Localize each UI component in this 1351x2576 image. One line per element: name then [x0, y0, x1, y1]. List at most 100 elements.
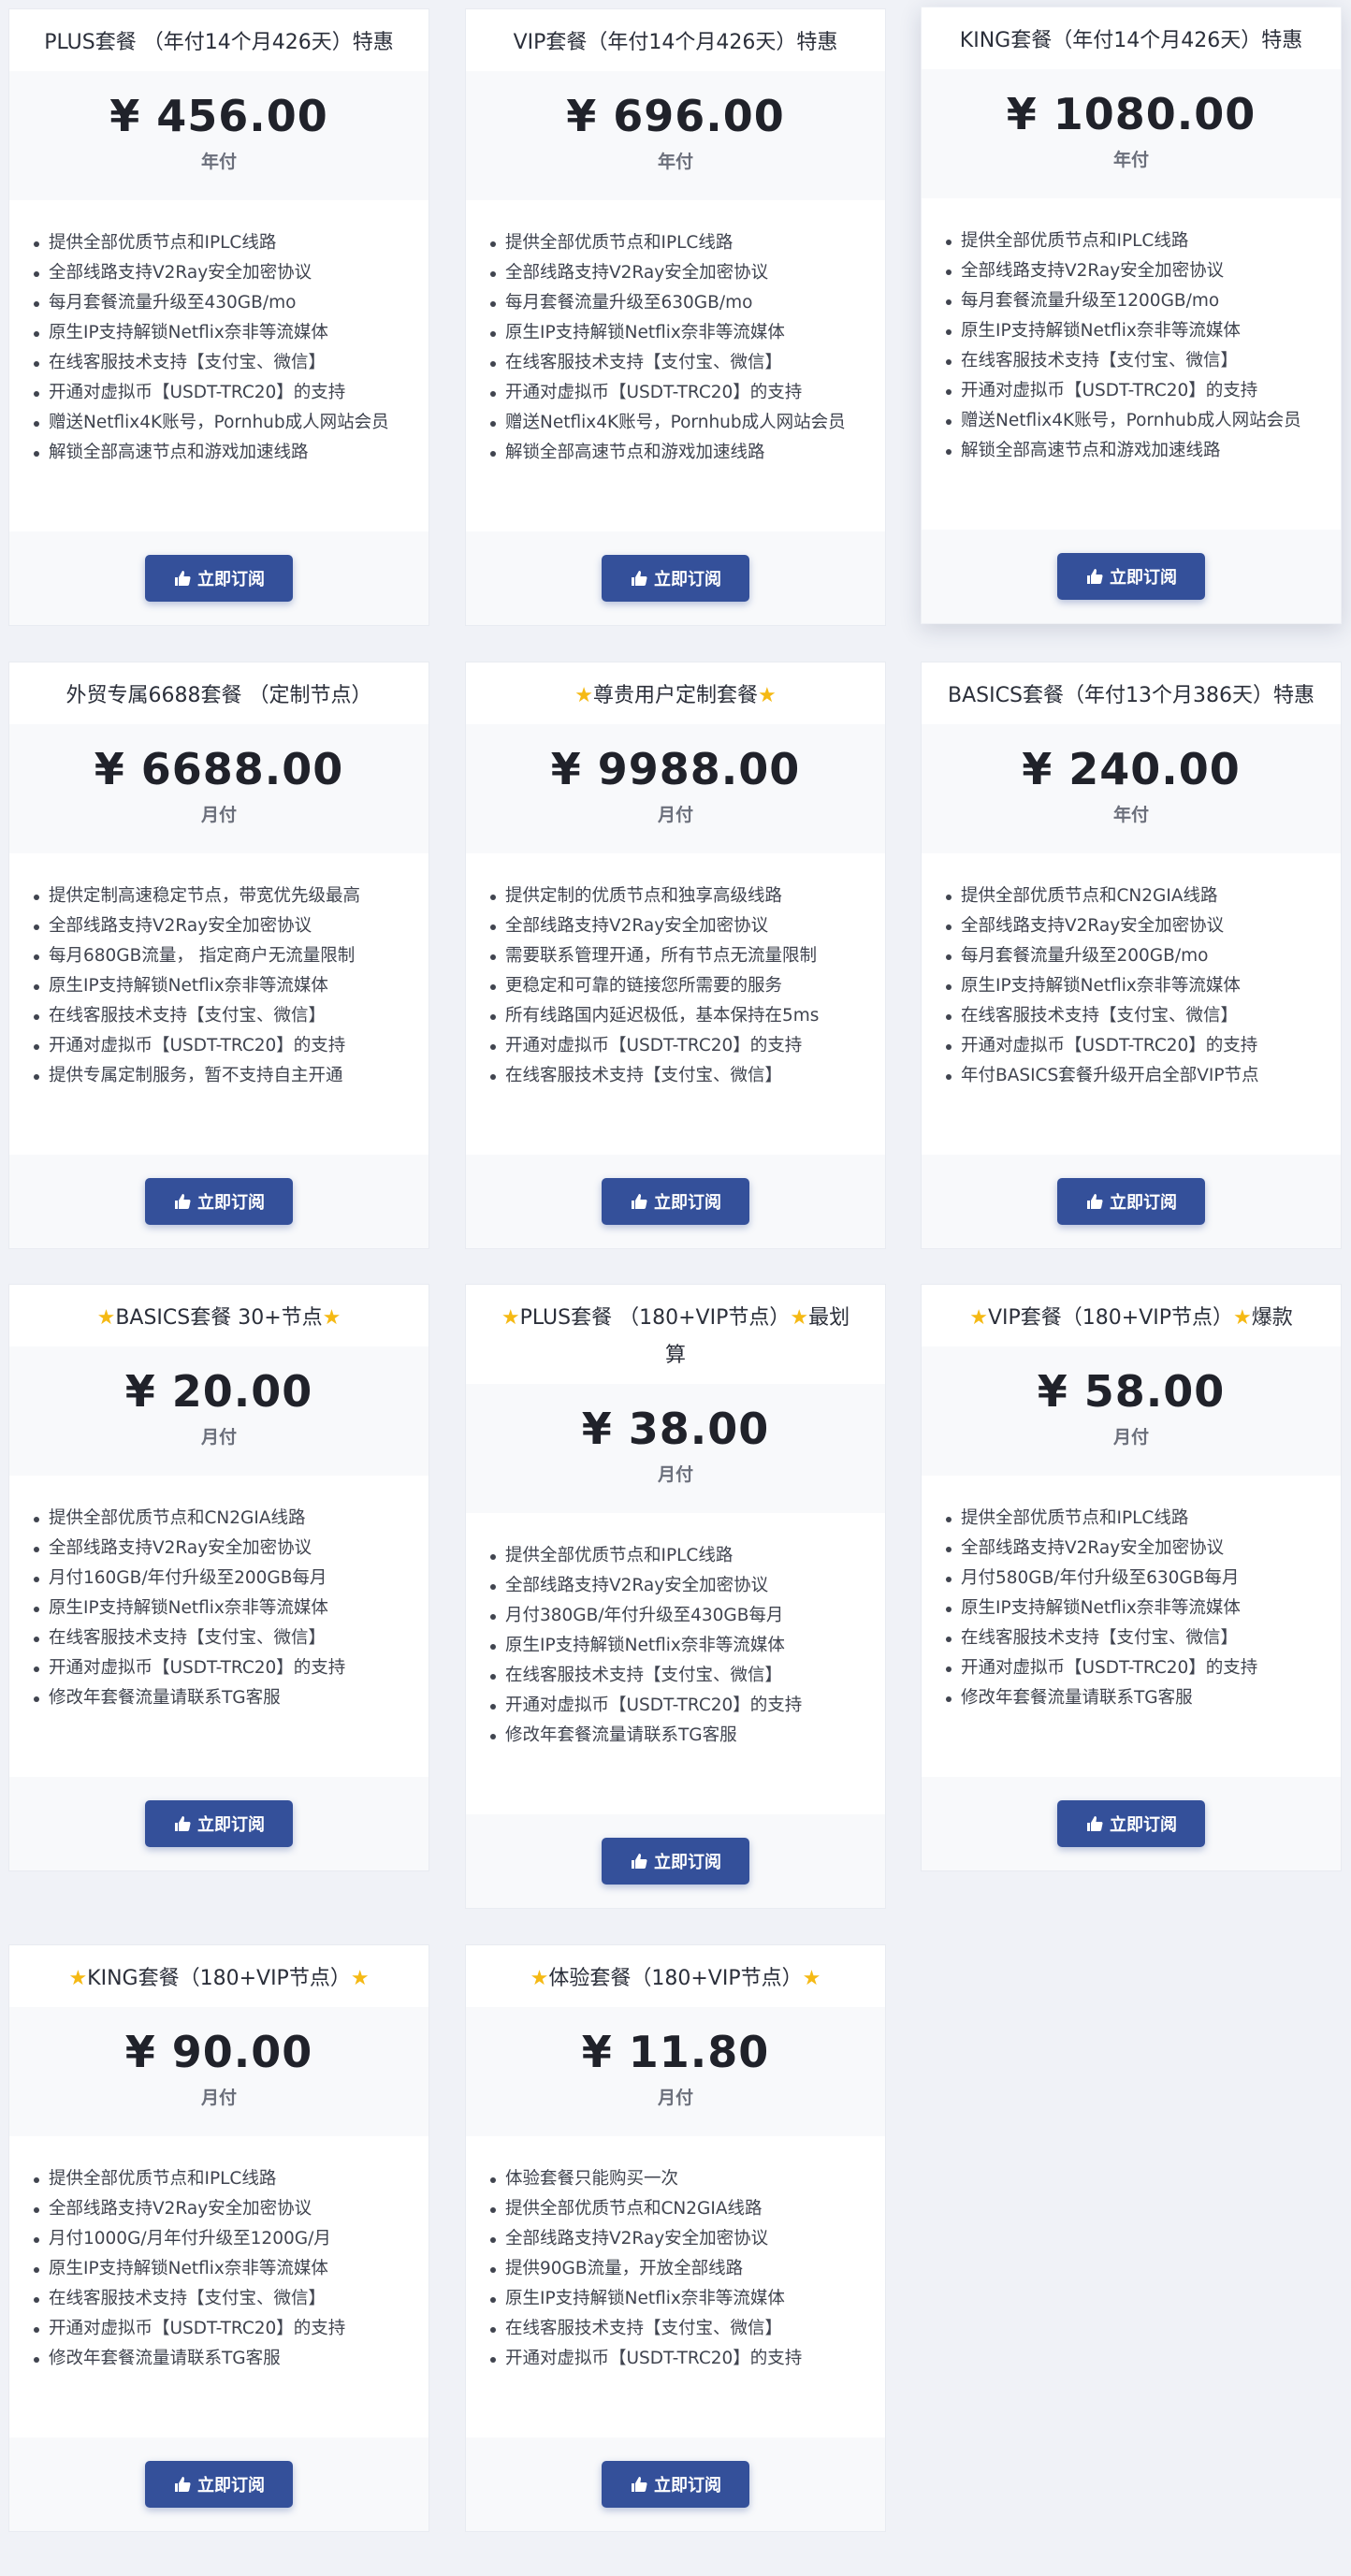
subscribe-button[interactable]: 立即订阅 [1057, 553, 1205, 600]
feature-item: 提供90GB流量，开放全部线路 [490, 2254, 876, 2284]
plan-title: ★体验套餐（180+VIP节点）★ [466, 1945, 885, 2007]
feature-item: 提供专属定制服务，暂不支持自主开通 [34, 1061, 419, 1091]
plan-period: 年付 [200, 152, 237, 172]
star-icon: ★ [758, 684, 777, 707]
feature-item: 开通对虚拟币【USDT-TRC20】的支持 [34, 1653, 419, 1683]
feature-item: 全部线路支持V2Ray安全加密协议 [34, 258, 419, 288]
subscribe-button-label: 立即订阅 [197, 570, 265, 589]
thumbs-up-icon [173, 1814, 192, 1833]
subscribe-button-label: 立即订阅 [654, 1853, 721, 1872]
feature-item: 全部线路支持V2Ray安全加密协议 [490, 1571, 876, 1601]
feature-item: 全部线路支持V2Ray安全加密协议 [490, 258, 876, 288]
feature-item: 提供全部优质节点和IPLC线路 [490, 228, 876, 258]
subscribe-button[interactable]: 立即订阅 [145, 1800, 293, 1847]
feature-item: 全部线路支持V2Ray安全加密协议 [490, 2224, 876, 2254]
plan-period: 年付 [1112, 150, 1149, 170]
price-box: ¥ 11.80 月付 [466, 2007, 885, 2136]
plan-period: 月付 [657, 805, 693, 825]
feature-item: 在线客服技术支持【支付宝、微信】 [34, 348, 419, 378]
card-footer: 立即订阅 [922, 1777, 1341, 1870]
subscribe-button[interactable]: 立即订阅 [145, 555, 293, 602]
plan-card-premium-custom: ★尊贵用户定制套餐★ ¥ 9988.00 月付 提供定制的优质节点和独享高级线路… [465, 662, 886, 1249]
subscribe-button[interactable]: 立即订阅 [1057, 1178, 1205, 1225]
thumbs-up-icon [1085, 1192, 1104, 1211]
star-icon: ★ [574, 684, 593, 707]
feature-item: 开通对虚拟币【USDT-TRC20】的支持 [34, 2314, 419, 2344]
plan-card-basics-annual: BASICS套餐（年付13个月386天）特惠 ¥ 240.00 年付 提供全部优… [921, 662, 1342, 1249]
price-box: ¥ 240.00 年付 [922, 724, 1341, 853]
subscribe-button[interactable]: 立即订阅 [145, 1178, 293, 1225]
feature-item: 月付380GB/年付升级至430GB每月 [490, 1601, 876, 1631]
subscribe-button-label: 立即订阅 [197, 2476, 265, 2496]
subscribe-button[interactable]: 立即订阅 [602, 2461, 749, 2508]
subscribe-button[interactable]: 立即订阅 [602, 1838, 749, 1885]
price-box: ¥ 20.00 月付 [9, 1346, 429, 1476]
price-box: ¥ 90.00 月付 [9, 2007, 429, 2136]
feature-item: 全部线路支持V2Ray安全加密协议 [946, 911, 1331, 941]
feature-item: 赠送Netflix4K账号，Pornhub成人网站会员 [490, 408, 876, 438]
plan-period: 月付 [200, 1427, 237, 1448]
plan-period: 月付 [200, 805, 237, 825]
plan-title: BASICS套餐（年付13个月386天）特惠 [922, 662, 1341, 724]
feature-item: 月付580GB/年付升级至630GB每月 [946, 1564, 1331, 1594]
star-icon: ★ [790, 1306, 809, 1330]
feature-item: 每月套餐流量升级至200GB/mo [946, 941, 1331, 971]
star-icon: ★ [501, 1306, 520, 1330]
feature-item: 原生IP支持解锁Netflix奈非等流媒体 [946, 316, 1331, 346]
subscribe-button[interactable]: 立即订阅 [602, 555, 749, 602]
feature-item: 修改年套餐流量请联系TG客服 [946, 1683, 1331, 1713]
subscribe-button-label: 立即订阅 [1110, 568, 1177, 588]
subscribe-button[interactable]: 立即订阅 [145, 2461, 293, 2508]
feature-item: 解锁全部高速节点和游戏加速线路 [946, 436, 1331, 466]
plan-title: KING套餐（年付14个月426天）特惠 [922, 7, 1341, 69]
plan-title: ★尊贵用户定制套餐★ [466, 662, 885, 724]
feature-item: 修改年套餐流量请联系TG客服 [34, 2344, 419, 2374]
plan-price: ¥ 456.00 [109, 91, 328, 141]
feature-item: 每月680GB流量， 指定商户无流量限制 [34, 941, 419, 971]
feature-item: 在线客服技术支持【支付宝、微信】 [946, 1001, 1331, 1031]
plan-grid: PLUS套餐 （年付14个月426天）特惠 ¥ 456.00 年付 提供全部优质… [0, 0, 1351, 2576]
plan-period: 月付 [1112, 1427, 1149, 1448]
card-footer: 立即订阅 [466, 1155, 885, 1248]
feature-item: 原生IP支持解锁Netflix奈非等流媒体 [34, 2254, 419, 2284]
feature-item: 开通对虚拟币【USDT-TRC20】的支持 [490, 378, 876, 408]
price-box: ¥ 456.00 年付 [9, 71, 429, 200]
feature-item: 提供定制的优质节点和独享高级线路 [490, 881, 876, 911]
plan-card-plus-monthly: ★PLUS套餐 （180+VIP节点）★最划算 ¥ 38.00 月付 提供全部优… [465, 1284, 886, 1909]
subscribe-button[interactable]: 立即订阅 [602, 1178, 749, 1225]
feature-item: 开通对虚拟币【USDT-TRC20】的支持 [34, 378, 419, 408]
subscribe-button-label: 立即订阅 [1110, 1815, 1177, 1835]
plan-price: ¥ 90.00 [124, 2027, 313, 2077]
feature-item: 月付160GB/年付升级至200GB每月 [34, 1564, 419, 1594]
feature-item: 需要联系管理开通，所有节点无流量限制 [490, 941, 876, 971]
subscribe-button[interactable]: 立即订阅 [1057, 1800, 1205, 1847]
feature-item: 在线客服技术支持【支付宝、微信】 [490, 1061, 876, 1091]
feature-list: 提供定制的优质节点和独享高级线路 全部线路支持V2Ray安全加密协议 需要联系管理开… [466, 853, 885, 1155]
feature-list: 提供全部优质节点和IPLC线路 全部线路支持V2Ray安全加密协议 每月套餐流量升级… [9, 200, 429, 531]
feature-item: 提供全部优质节点和IPLC线路 [946, 1504, 1331, 1534]
thumbs-up-icon [1085, 567, 1104, 586]
thumbs-up-icon [173, 569, 192, 588]
plan-title: ★PLUS套餐 （180+VIP节点）★最划算 [466, 1285, 885, 1384]
plan-period: 月付 [657, 2088, 693, 2108]
price-box: ¥ 9988.00 月付 [466, 724, 885, 853]
plan-card-plus-annual: PLUS套餐 （年付14个月426天）特惠 ¥ 456.00 年付 提供全部优质… [8, 8, 429, 626]
card-footer: 立即订阅 [466, 2438, 885, 2531]
feature-item: 赠送Netflix4K账号，Pornhub成人网站会员 [946, 406, 1331, 436]
feature-item: 提供全部优质节点和CN2GIA线路 [34, 1504, 419, 1534]
feature-list: 提供全部优质节点和IPLC线路 全部线路支持V2Ray安全加密协议 每月套餐流量升级… [922, 198, 1341, 530]
plan-price: ¥ 11.80 [581, 2027, 770, 2077]
feature-item: 在线客服技术支持【支付宝、微信】 [34, 1623, 419, 1653]
plan-card-king-annual: KING套餐（年付14个月426天）特惠 ¥ 1080.00 年付 提供全部优质… [921, 7, 1342, 624]
star-icon: ★ [530, 1967, 549, 1990]
star-icon: ★ [68, 1967, 88, 1990]
feature-item: 开通对虚拟币【USDT-TRC20】的支持 [946, 376, 1331, 406]
card-footer: 立即订阅 [466, 531, 885, 625]
feature-item: 全部线路支持V2Ray安全加密协议 [946, 256, 1331, 286]
price-box: ¥ 58.00 月付 [922, 1346, 1341, 1476]
plan-price: ¥ 240.00 [1022, 744, 1241, 794]
feature-item: 全部线路支持V2Ray安全加密协议 [34, 2194, 419, 2224]
feature-item: 赠送Netflix4K账号，Pornhub成人网站会员 [34, 408, 419, 438]
star-icon: ★ [322, 1306, 341, 1330]
feature-item: 原生IP支持解锁Netflix奈非等流媒体 [490, 2284, 876, 2314]
